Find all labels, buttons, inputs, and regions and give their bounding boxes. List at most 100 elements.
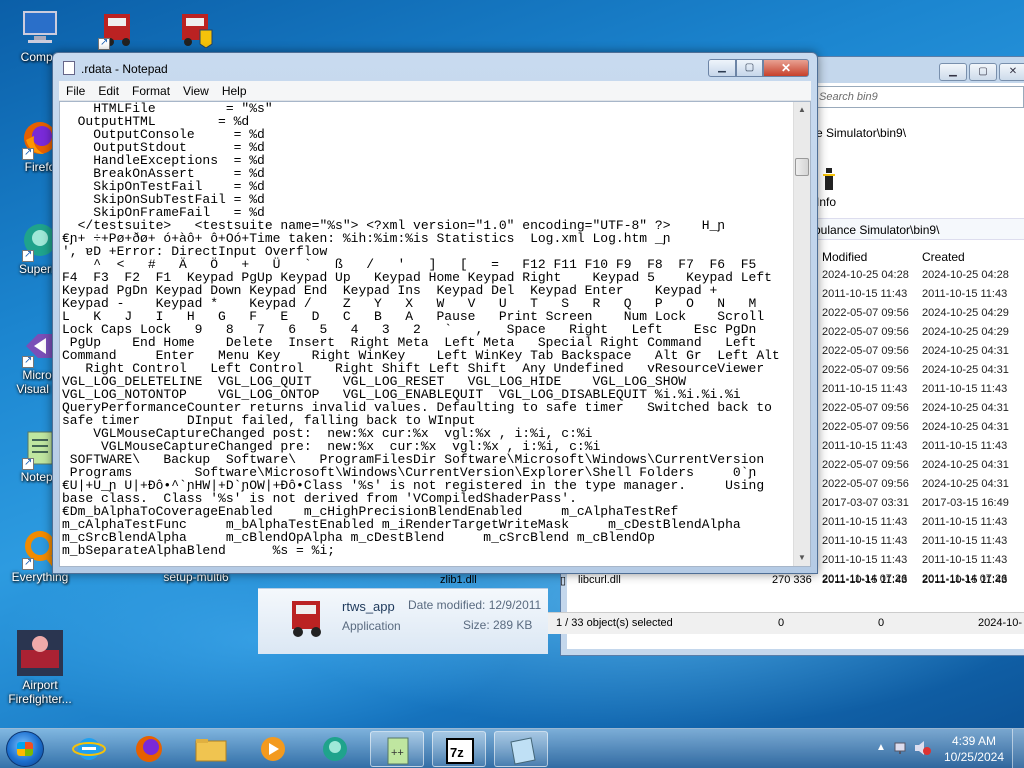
menu-file[interactable]: File xyxy=(59,81,91,98)
info-icon[interactable] xyxy=(822,168,836,193)
search-input[interactable]: Search bin9 xyxy=(812,86,1024,108)
menu-help[interactable]: Help xyxy=(215,81,253,98)
notepad-plus-icon: ++ xyxy=(387,737,409,765)
maximize-button[interactable]: ▢ xyxy=(736,59,763,77)
notepad-window[interactable]: .rdata - Notepad ▁ ▢ ✕ File Edit Format Vie… xyxy=(52,52,818,574)
taskbar-7zip[interactable]: 7z xyxy=(432,731,486,767)
table-row[interactable]: 2022-05-07 09:56 2024-10-25 04:31 xyxy=(812,418,1024,437)
scroll-down-icon[interactable]: ▼ xyxy=(794,550,810,566)
show-desktop-button[interactable] xyxy=(1012,729,1024,768)
file-modified: 2011-10-15 11:43 xyxy=(822,574,908,586)
cell-created: 2011-10-15 11:43 xyxy=(922,535,1008,547)
cell-created: 2024-10-25 04:28 xyxy=(922,269,1009,281)
editor-text[interactable]: HTMLFile = "%s" OutputHTML = %d OutputCo… xyxy=(62,102,792,557)
clock-date: 10/25/2024 xyxy=(943,750,1004,764)
taskbar-media-player[interactable] xyxy=(246,731,300,767)
file-list: 2024-10-25 04:28 2024-10-25 04:28 2011-10-… xyxy=(812,266,1024,589)
table-row[interactable]: 2022-05-07 09:56 2024-10-25 04:31 xyxy=(812,399,1024,418)
info-label[interactable]: Info xyxy=(816,195,836,209)
window-controls: ▁ ▢ ✕ xyxy=(708,59,809,77)
ambulance-icon xyxy=(96,8,136,50)
cell-created: 2017-03-15 16:49 xyxy=(922,497,1009,509)
table-row[interactable]: 2011-10-15 11:43 2011-10-15 11:43 xyxy=(812,513,1024,532)
file-name: libcurl.dll xyxy=(578,574,621,586)
cell-created: 2024-10-25 04:31 xyxy=(922,345,1009,357)
close-button[interactable]: ✕ xyxy=(763,59,809,77)
scroll-up-icon[interactable]: ▲ xyxy=(794,102,810,118)
table-row[interactable]: 2011-10-15 11:43 2011-10-15 11:43 xyxy=(812,437,1024,456)
network-icon[interactable] xyxy=(894,740,910,759)
details-date-modified: Date modified: 12/9/2011 xyxy=(408,598,542,612)
maximize-button[interactable]: ▢ xyxy=(969,63,997,81)
column-created[interactable]: Created xyxy=(922,250,965,264)
system-tray: ▲ 4:39 AM 10/25/2024 xyxy=(864,729,1024,768)
table-row[interactable]: 2011-10-15 11:43 2011-10-15 11:43 xyxy=(812,380,1024,399)
desktop-icon-ambulance[interactable] xyxy=(76,8,156,50)
menu-bar: File Edit Format View Help xyxy=(59,81,811,101)
table-row[interactable]: 2011-10-15 11:43 2011-10-15 11:43 xyxy=(812,532,1024,551)
details-size: Size: 289 KB xyxy=(463,618,533,632)
volume-muted-icon[interactable] xyxy=(914,740,932,759)
taskbar-file-explorer[interactable] xyxy=(184,731,238,767)
menu-format[interactable]: Format xyxy=(125,81,176,98)
desktop-icon-ambulance-admin[interactable] xyxy=(154,8,234,50)
vertical-scrollbar[interactable]: ▲ ▼ xyxy=(793,102,810,566)
cell-modified: 2022-05-07 09:56 xyxy=(822,345,909,357)
taskbar-app[interactable] xyxy=(308,731,362,767)
ambulance-icon xyxy=(284,595,328,639)
start-button[interactable] xyxy=(6,731,44,767)
status-bar: 1 / 33 object(s) selected 0 0 2024-10- xyxy=(548,612,1024,634)
table-row[interactable]: 2011-10-15 11:43 2011-10-15 11:43 xyxy=(812,551,1024,570)
cell-modified: 2011-10-15 11:43 xyxy=(822,516,908,528)
table-row[interactable]: 2024-10-25 04:28 2024-10-25 04:28 xyxy=(812,266,1024,285)
menu-view[interactable]: View xyxy=(176,81,215,98)
taskbar: ++ 7z ▲ 4:39 AM 10/25/2024 xyxy=(0,728,1024,768)
text-editor[interactable]: HTMLFile = "%s" OutputHTML = %d OutputCo… xyxy=(59,101,811,567)
file-created: 2011-10-15 11:43 xyxy=(922,574,1008,586)
table-row[interactable]: 2022-05-07 09:56 2024-10-25 04:31 xyxy=(812,456,1024,475)
status-count: 0 xyxy=(878,617,885,629)
cell-modified: 2022-05-07 09:56 xyxy=(822,364,909,376)
cell-modified: 2011-10-15 11:43 xyxy=(822,440,908,452)
clock[interactable]: 4:39 AM 10/25/2024 xyxy=(944,733,1004,765)
minimize-button[interactable]: ▁ xyxy=(939,63,967,81)
scroll-thumb[interactable] xyxy=(795,158,809,176)
clock-time: 4:39 AM xyxy=(951,734,996,748)
minimize-button[interactable]: ▁ xyxy=(708,59,736,77)
cell-modified: 2022-05-07 09:56 xyxy=(822,478,909,490)
cell-created: 2024-10-25 04:31 xyxy=(922,421,1009,433)
column-modified[interactable]: Modified xyxy=(822,250,867,264)
details-type: Application xyxy=(342,619,401,633)
table-row[interactable]: 2022-05-07 09:56 2024-10-25 04:31 xyxy=(812,475,1024,494)
taskbar-firefox[interactable] xyxy=(122,731,176,767)
cell-modified: 2011-10-15 11:43 xyxy=(822,383,908,395)
cell-modified: 2022-05-07 09:56 xyxy=(822,326,909,338)
table-row[interactable]: 2022-05-07 09:56 2024-10-25 04:29 xyxy=(812,304,1024,323)
file-size: 270 336 xyxy=(772,574,812,586)
table-row[interactable]: 2022-05-07 09:56 2024-10-25 04:31 xyxy=(812,361,1024,380)
taskbar-internet-explorer[interactable] xyxy=(62,731,116,767)
cell-created: 2024-10-25 04:29 xyxy=(922,326,1009,338)
menu-edit[interactable]: Edit xyxy=(91,81,125,98)
chevron-up-icon[interactable]: ▲ xyxy=(876,742,886,753)
7zip-icon: 7z xyxy=(446,738,474,764)
taskbar-notepad-plus[interactable]: ++ xyxy=(370,731,424,767)
path-bar: bulance Simulator\bin9\ xyxy=(812,218,1024,240)
cell-modified: 2022-05-07 09:56 xyxy=(822,307,909,319)
file-icon: ▯ xyxy=(560,575,567,587)
status-selected: 1 / 33 object(s) selected xyxy=(556,617,673,629)
cell-modified: 2022-05-07 09:56 xyxy=(822,421,909,433)
file-row-bottom[interactable]: ▯ libcurl.dll 270 336 2011-10-15 11:43 2… xyxy=(556,572,1024,590)
cell-created: 2011-10-15 11:43 xyxy=(922,383,1008,395)
table-row[interactable]: 2011-10-15 11:43 2011-10-15 11:43 xyxy=(812,285,1024,304)
table-row[interactable]: 2017-03-07 03:31 2017-03-15 16:49 xyxy=(812,494,1024,513)
taskbar-notepad[interactable] xyxy=(494,731,548,767)
desktop-icon-airport-firefighters[interactable]: Airport Firefighter... xyxy=(0,630,80,706)
cell-created: 2011-10-15 11:43 xyxy=(922,516,1008,528)
table-row[interactable]: 2022-05-07 09:56 2024-10-25 04:31 xyxy=(812,342,1024,361)
file-explorer-icon xyxy=(195,739,227,762)
address-bar[interactable]: e Simulator\bin9\ xyxy=(812,122,1024,144)
table-row[interactable]: 2022-05-07 09:56 2024-10-25 04:29 xyxy=(812,323,1024,342)
cell-modified: 2011-10-15 11:43 xyxy=(822,535,908,547)
close-button[interactable]: ✕ xyxy=(999,63,1024,81)
